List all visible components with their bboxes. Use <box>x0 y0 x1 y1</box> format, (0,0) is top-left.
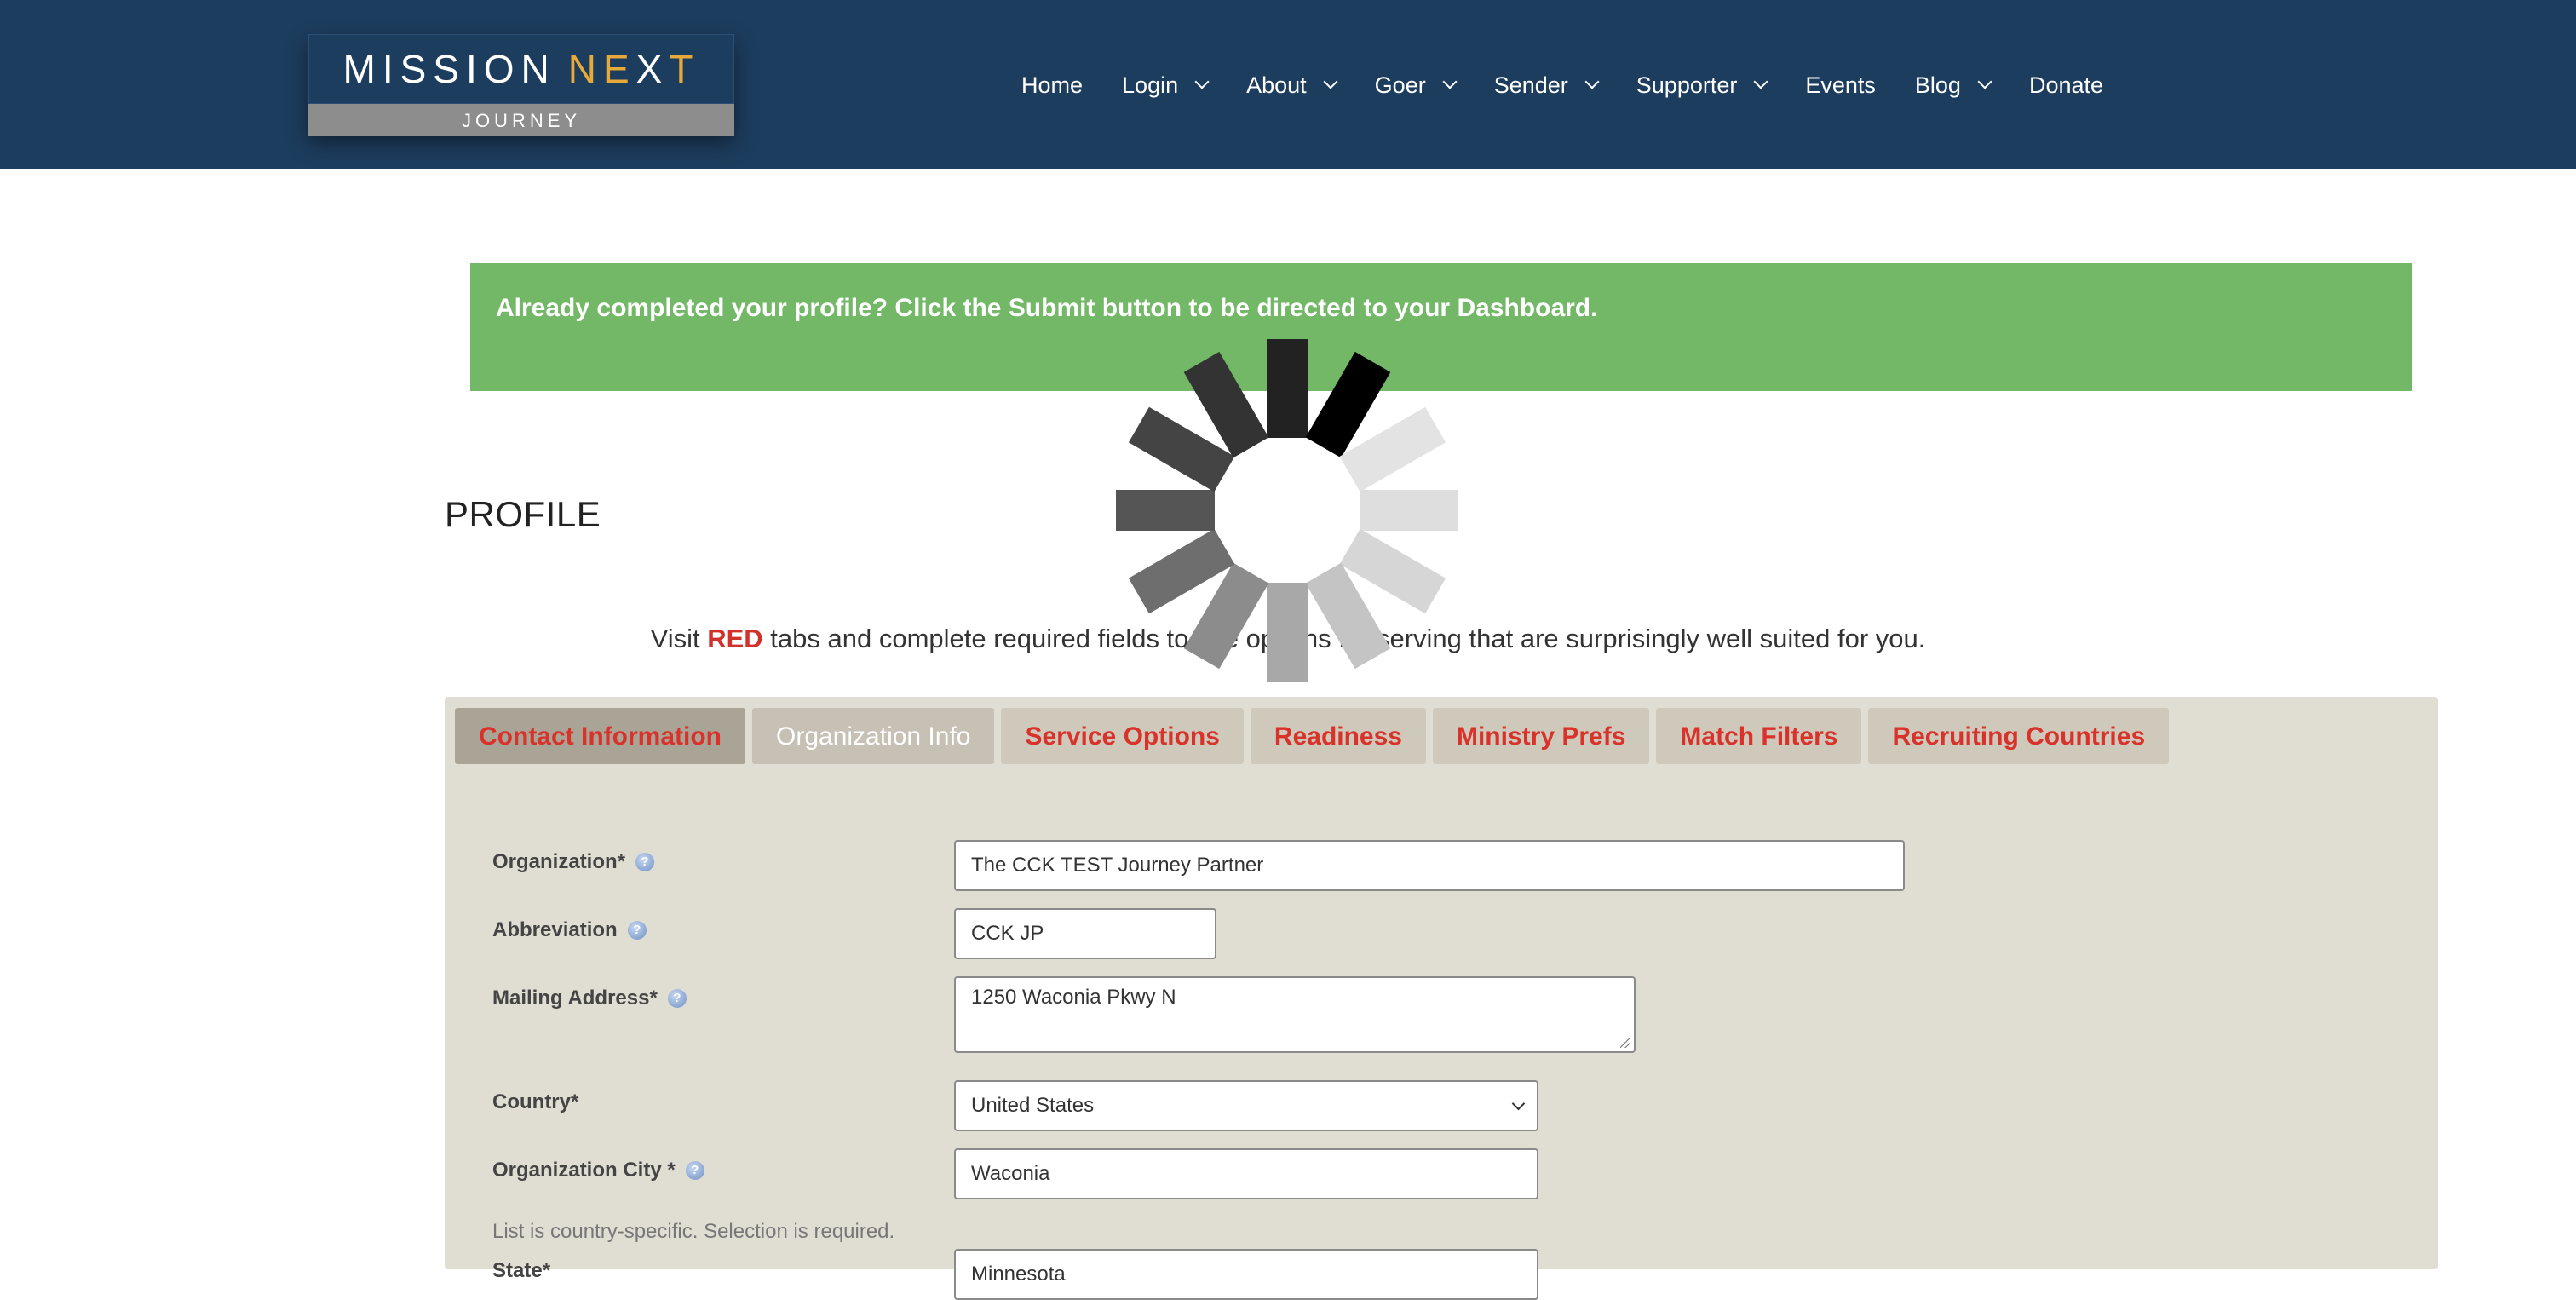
help-icon[interactable]: ? <box>685 1161 704 1180</box>
country-label-text: Country* <box>492 1090 579 1113</box>
help-icon[interactable]: ? <box>667 989 687 1008</box>
page-title: PROFILE <box>445 494 601 534</box>
organization-value: The CCK TEST Journey Partner <box>971 854 1264 877</box>
banner-text: Already completed your profile? Click th… <box>496 294 1598 322</box>
profile-form-panel: Contact Information Organization Info Se… <box>445 697 2438 1300</box>
logo-wordmark: MISSION NEXT <box>308 34 734 104</box>
mailing-address-label-text: Mailing Address* <box>492 987 658 1010</box>
abbreviation-input[interactable]: CCK JP <box>954 908 1216 959</box>
city-note: List is country-specific. Selection is r… <box>492 1220 895 1243</box>
intro-before: Visit <box>650 624 708 653</box>
mailing-address-label: Mailing Address* ? <box>492 987 687 1010</box>
tab-organization-info[interactable]: Organization Info <box>752 708 995 764</box>
tab-match-filters[interactable]: Match Filters <box>1656 708 1862 764</box>
spinner-bar <box>1267 339 1308 438</box>
nav-about-label: About <box>1246 72 1307 98</box>
nav-login-label: Login <box>1122 72 1179 98</box>
chevron-down-icon <box>1442 74 1458 89</box>
intro-red-word: RED <box>707 624 763 653</box>
logo-next-part: NE <box>567 47 636 91</box>
spinner-bar <box>1116 490 1215 531</box>
organization-city-label-text: Organization City * <box>492 1159 676 1182</box>
tab-service-options[interactable]: Service Options <box>1001 708 1244 764</box>
chevron-down-icon <box>1194 74 1210 89</box>
nav-blog-label: Blog <box>1914 72 1961 98</box>
country-value: United States <box>971 1094 1095 1117</box>
loading-spinner-icon <box>1116 339 1458 682</box>
tab-ministry-prefs[interactable]: Ministry Prefs <box>1432 708 1650 764</box>
chevron-down-icon <box>1977 74 1992 89</box>
nav-events[interactable]: Events <box>1805 72 1876 99</box>
abbreviation-value: CCK JP <box>971 922 1044 945</box>
nav-sender-label: Sender <box>1493 72 1568 98</box>
chevron-down-icon <box>1584 74 1600 89</box>
help-icon[interactable]: ? <box>635 853 655 871</box>
nav-home[interactable]: Home <box>1021 72 1083 99</box>
nav-donate-label: Donate <box>2028 72 2104 98</box>
tab-readiness[interactable]: Readiness <box>1250 708 1426 764</box>
organization-city-input[interactable]: Waconia <box>954 1148 1538 1199</box>
chevron-down-icon <box>1753 74 1768 89</box>
main-nav: Home Login About Goer Sender Supporter E… <box>1021 66 2103 104</box>
spinner-bar <box>1360 490 1458 531</box>
logo-next-t: T <box>669 47 700 91</box>
organization-input[interactable]: The CCK TEST Journey Partner <box>954 840 1905 891</box>
nav-about[interactable]: About <box>1246 72 1338 99</box>
nav-blog[interactable]: Blog <box>1914 72 1992 99</box>
abbreviation-label: Abbreviation ? <box>492 918 647 942</box>
nav-supporter[interactable]: Supporter <box>1636 72 1768 99</box>
state-select[interactable]: Minnesota <box>954 1249 1538 1300</box>
mailing-address-value: 1250 Waconia Pkwy N <box>971 986 1176 1009</box>
spinner-bar <box>1267 583 1308 682</box>
organization-label-text: Organization* <box>492 850 626 873</box>
mission-next-logo[interactable]: MISSION NEXT JOURNEY <box>308 34 734 136</box>
nav-events-label: Events <box>1805 72 1876 98</box>
chevron-down-icon <box>1511 1096 1526 1111</box>
help-icon[interactable]: ? <box>627 921 647 940</box>
nav-goer[interactable]: Goer <box>1374 72 1458 99</box>
tab-recruiting-countries[interactable]: Recruiting Countries <box>1868 708 2170 764</box>
chevron-down-icon <box>1323 74 1338 89</box>
state-value: Minnesota <box>971 1263 1066 1286</box>
organization-city-label: Organization City * ? <box>492 1159 704 1182</box>
country-label: Country* <box>492 1090 578 1114</box>
state-label: State* <box>492 1259 550 1283</box>
resize-handle-icon[interactable] <box>1620 1038 1630 1048</box>
nav-goer-label: Goer <box>1374 72 1426 98</box>
country-select[interactable]: United States <box>954 1080 1538 1131</box>
site-header: MISSION NEXT JOURNEY Home Login About Go… <box>0 0 2576 169</box>
logo-tagline: JOURNEY <box>308 104 734 136</box>
organization-label: Organization* ? <box>492 850 655 874</box>
nav-donate[interactable]: Donate <box>2029 72 2103 99</box>
nav-sender[interactable]: Sender <box>1493 72 1600 99</box>
organization-city-value: Waconia <box>971 1162 1050 1185</box>
tab-contact-information[interactable]: Contact Information <box>455 708 745 764</box>
mailing-address-textarea[interactable]: 1250 Waconia Pkwy N <box>954 976 1636 1053</box>
profile-tabs: Contact Information Organization Info Se… <box>455 708 2176 764</box>
logo-word-mission: MISSION <box>342 47 556 91</box>
nav-login[interactable]: Login <box>1122 72 1210 99</box>
logo-next-x: X <box>635 47 670 91</box>
abbreviation-label-text: Abbreviation <box>492 918 618 941</box>
nav-home-label: Home <box>1021 72 1084 98</box>
nav-supporter-label: Supporter <box>1636 72 1738 98</box>
state-label-text: State* <box>492 1259 551 1282</box>
logo-word-next: NEXT <box>568 46 700 92</box>
